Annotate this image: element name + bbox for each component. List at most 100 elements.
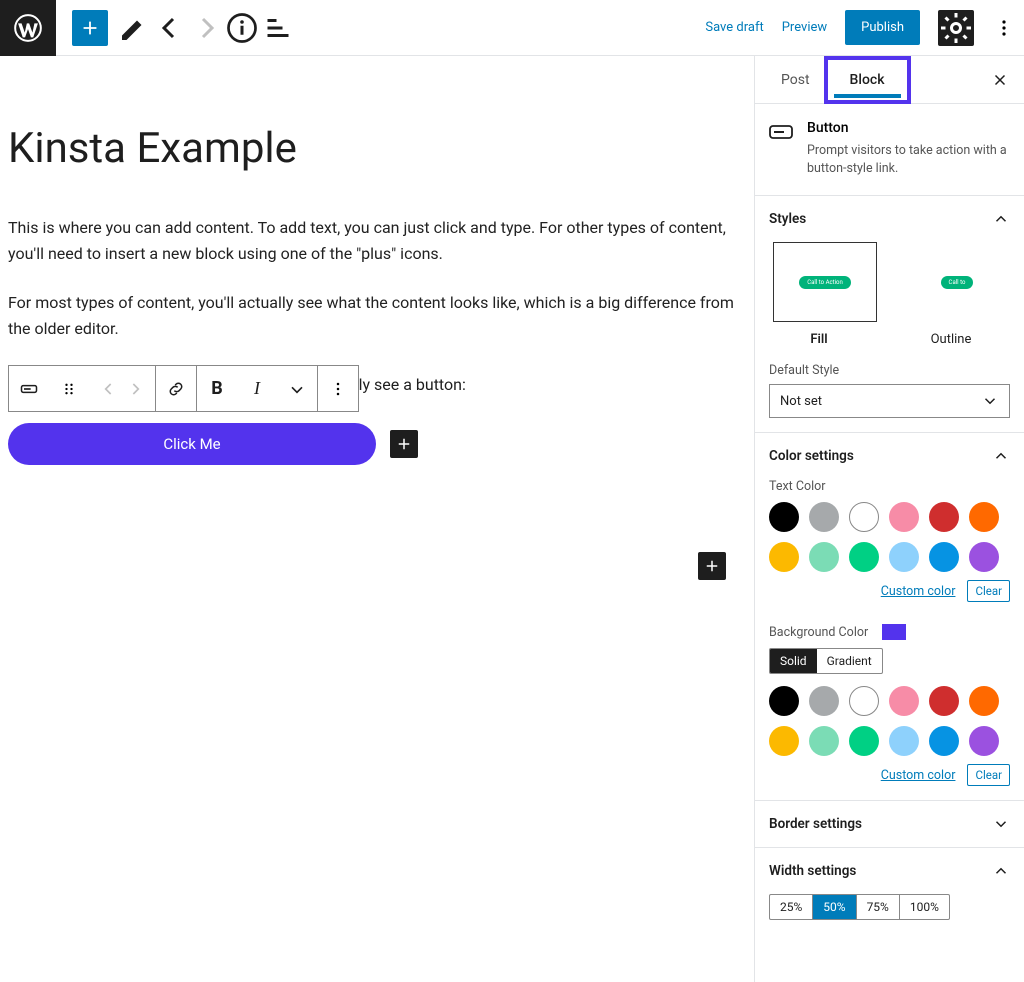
paragraph-2[interactable]: For most types of content, you'll actual…	[8, 290, 746, 341]
sidebar-tabs: Post Block	[755, 56, 1024, 104]
chevron-down-icon	[287, 379, 307, 399]
chevron-up-icon	[992, 210, 1010, 228]
tab-block[interactable]: Block	[824, 56, 911, 104]
width-75[interactable]: 75%	[857, 895, 900, 919]
drag-handle[interactable]	[49, 366, 89, 411]
top-toolbar: Save draft Preview Publish	[0, 0, 1024, 56]
chevron-right-icon	[125, 379, 145, 399]
main-area: Kinsta Example This is where you can add…	[0, 56, 1024, 982]
default-style-value: Not set	[780, 394, 822, 409]
color-swatch[interactable]	[929, 686, 959, 716]
drag-icon	[59, 379, 79, 399]
settings-button[interactable]	[938, 10, 974, 46]
color-swatch[interactable]	[809, 686, 839, 716]
width-100[interactable]: 100%	[900, 895, 949, 919]
panel-color-header[interactable]: Color settings	[769, 447, 1010, 465]
plus-icon	[395, 435, 413, 453]
panel-styles-header[interactable]: Styles	[769, 210, 1010, 228]
move-down-button[interactable]	[115, 366, 155, 411]
color-swatch[interactable]	[849, 726, 879, 756]
text-behind-toolbar: ally see a button:	[346, 375, 466, 394]
bg-color-indicator	[882, 624, 906, 640]
color-swatch[interactable]	[849, 542, 879, 572]
width-25[interactable]: 25%	[770, 895, 813, 919]
info-button[interactable]	[224, 10, 260, 46]
link-icon	[166, 379, 186, 399]
link-button[interactable]	[156, 366, 196, 411]
panel-width-settings: Width settings 25% 50% 75% 100%	[755, 848, 1024, 934]
color-swatch[interactable]	[769, 542, 799, 572]
wordpress-icon	[14, 14, 42, 42]
publish-button[interactable]: Publish	[845, 10, 920, 45]
italic-button[interactable]: I	[237, 366, 277, 411]
preview-button[interactable]: Preview	[782, 20, 827, 35]
color-swatch[interactable]	[969, 726, 999, 756]
color-swatch[interactable]	[889, 686, 919, 716]
inline-add-block-button[interactable]	[390, 430, 418, 458]
more-formatting-button[interactable]	[277, 366, 317, 411]
custom-text-color-link[interactable]: Custom color	[881, 584, 956, 599]
style-fill[interactable]: Call to Action Fill	[773, 242, 865, 347]
close-sidebar-button[interactable]	[986, 66, 1014, 94]
bg-color-palette	[769, 686, 1010, 756]
color-swatch[interactable]	[809, 726, 839, 756]
color-swatch[interactable]	[809, 542, 839, 572]
color-swatch[interactable]	[769, 502, 799, 532]
dots-vertical-icon	[328, 379, 348, 399]
list-icon	[260, 10, 296, 46]
gear-icon	[938, 10, 974, 46]
panel-styles-title: Styles	[769, 211, 806, 227]
bg-mode-solid[interactable]: Solid	[770, 649, 817, 673]
bg-mode-gradient[interactable]: Gradient	[817, 649, 882, 673]
default-style-select[interactable]: Not set	[769, 384, 1010, 418]
color-swatch[interactable]	[769, 726, 799, 756]
panel-width-header[interactable]: Width settings	[769, 862, 1010, 880]
tab-post[interactable]: Post	[767, 56, 824, 104]
paragraph-1[interactable]: This is where you can add content. To ad…	[8, 215, 746, 266]
undo-icon	[152, 10, 188, 46]
transform-block-button[interactable]	[9, 366, 49, 411]
panel-styles: Styles Call to Action Fill Call to Outli…	[755, 196, 1024, 433]
bold-button[interactable]: B	[197, 366, 237, 411]
panel-width-title: Width settings	[769, 863, 856, 879]
chevron-down-icon	[981, 392, 999, 410]
dots-vertical-icon	[992, 16, 1016, 40]
button-block-icon	[769, 120, 793, 144]
color-swatch[interactable]	[889, 726, 919, 756]
edit-mode-button[interactable]	[116, 10, 152, 46]
redo-button[interactable]	[188, 10, 224, 46]
width-50[interactable]: 50%	[813, 895, 856, 919]
color-swatch[interactable]	[969, 686, 999, 716]
color-swatch[interactable]	[889, 542, 919, 572]
page-title[interactable]: Kinsta Example	[8, 124, 746, 173]
clear-bg-color-button[interactable]: Clear	[967, 764, 1010, 786]
block-toolbar: B I	[8, 365, 359, 412]
undo-button[interactable]	[152, 10, 188, 46]
outline-button[interactable]	[260, 10, 296, 46]
save-draft-button[interactable]: Save draft	[705, 20, 763, 35]
clear-text-color-button[interactable]: Clear	[967, 580, 1010, 602]
wordpress-logo[interactable]	[0, 0, 56, 56]
width-segment: 25% 50% 75% 100%	[769, 894, 950, 920]
color-swatch[interactable]	[849, 686, 879, 716]
custom-bg-color-link[interactable]: Custom color	[881, 768, 956, 783]
color-swatch[interactable]	[889, 502, 919, 532]
more-menu-button[interactable]	[992, 10, 1016, 46]
add-block-button[interactable]	[72, 10, 108, 46]
plus-icon	[79, 17, 101, 39]
floating-add-block-button[interactable]	[698, 552, 726, 580]
color-swatch[interactable]	[809, 502, 839, 532]
example-button-block[interactable]: Click Me	[8, 423, 376, 465]
color-swatch[interactable]	[849, 502, 879, 532]
color-swatch[interactable]	[769, 686, 799, 716]
style-outline[interactable]: Call to Outline	[905, 242, 997, 347]
color-swatch[interactable]	[969, 502, 999, 532]
color-swatch[interactable]	[969, 542, 999, 572]
toolbar-left-group	[56, 10, 296, 46]
color-swatch[interactable]	[929, 726, 959, 756]
color-swatch[interactable]	[929, 542, 959, 572]
color-swatch[interactable]	[929, 502, 959, 532]
panel-border-header[interactable]: Border settings	[769, 815, 1010, 833]
editor-canvas[interactable]: Kinsta Example This is where you can add…	[0, 56, 754, 982]
block-options-button[interactable]	[318, 366, 358, 411]
